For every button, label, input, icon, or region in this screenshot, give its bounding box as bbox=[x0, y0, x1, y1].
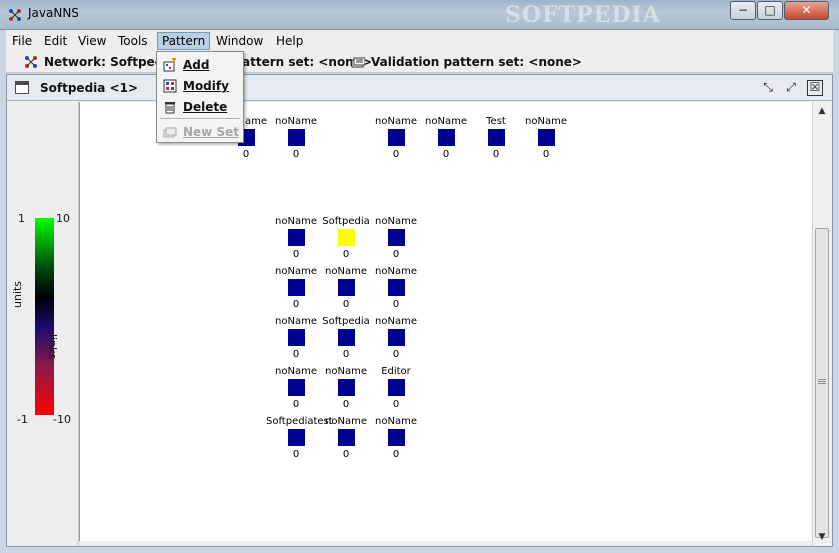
minimize-button[interactable]: − bbox=[730, 1, 756, 20]
unit-cell bbox=[288, 129, 305, 146]
units-min: -1 bbox=[17, 413, 28, 426]
menu-pattern[interactable]: Pattern bbox=[157, 32, 211, 50]
unit-cell-active bbox=[338, 229, 355, 246]
unit-cell bbox=[488, 129, 505, 146]
menu-separator bbox=[160, 118, 240, 119]
frame-close-button[interactable]: ☒ bbox=[807, 80, 823, 96]
menu-item-label: New Set bbox=[183, 125, 239, 139]
vertical-scrollbar[interactable]: ▲ ▼ bbox=[812, 102, 830, 546]
unit[interactable]: noName 0 bbox=[516, 116, 576, 162]
menu-window[interactable]: Window bbox=[212, 32, 267, 50]
links-min: -10 bbox=[53, 413, 71, 426]
unit-cell bbox=[538, 129, 555, 146]
color-legend: 1 10 units links -1 -10 bbox=[8, 102, 79, 546]
unit-cell bbox=[388, 379, 405, 396]
modify-pattern-icon bbox=[163, 79, 177, 93]
menu-bar: File Edit View Tools Pattern Window Help bbox=[6, 30, 833, 51]
menu-edit[interactable]: Edit bbox=[40, 32, 71, 50]
frame-iconify-button[interactable]: ⤡ bbox=[760, 80, 776, 96]
unit-value: 0 bbox=[392, 449, 400, 460]
menu-file[interactable]: File bbox=[8, 32, 36, 50]
unit-value: 0 bbox=[392, 349, 400, 360]
network-icon bbox=[25, 56, 37, 68]
menu-tools[interactable]: Tools bbox=[114, 32, 152, 50]
scroll-down-arrow-icon[interactable]: ▼ bbox=[815, 530, 829, 544]
units-max: 1 bbox=[18, 212, 25, 225]
javanns-app-icon bbox=[9, 9, 21, 21]
frame-title-bar: Softpedia <1> ⤡ ⤢ ☒ bbox=[7, 75, 832, 101]
menu-view[interactable]: View bbox=[74, 32, 110, 50]
color-gradient-bar bbox=[35, 218, 54, 415]
unit[interactable]: noName 0 bbox=[366, 266, 426, 312]
menu-item-new-set[interactable]: New Set bbox=[157, 122, 243, 142]
unit-cell bbox=[338, 329, 355, 346]
horizontal-scroll-area bbox=[79, 541, 812, 546]
scroll-grip-icon bbox=[818, 379, 826, 380]
pattern-dropdown-menu: Add Modify Delete New Set bbox=[156, 51, 244, 143]
delete-pattern-icon bbox=[165, 102, 175, 114]
pattern-set-icon bbox=[351, 57, 365, 68]
menu-item-delete[interactable]: Delete bbox=[157, 97, 243, 117]
unit-cell bbox=[388, 279, 405, 296]
new-set-icon bbox=[163, 127, 177, 138]
unit[interactable]: Editor 0 bbox=[366, 366, 426, 412]
menu-item-label: Add bbox=[183, 58, 210, 72]
unit-value: 0 bbox=[392, 249, 400, 260]
unit-name: noName bbox=[375, 216, 417, 227]
unit-cell bbox=[288, 379, 305, 396]
unit-cell bbox=[288, 329, 305, 346]
unit-cell bbox=[288, 429, 305, 446]
frame-title: Softpedia <1> bbox=[40, 81, 139, 95]
unit-value: 0 bbox=[292, 149, 300, 160]
unit-cell bbox=[288, 279, 305, 296]
unit-cell bbox=[388, 329, 405, 346]
frame-maximize-button[interactable]: ⤢ bbox=[783, 80, 799, 96]
watermark: SOFTPEDIA bbox=[505, 2, 661, 28]
unit-value: 0 bbox=[392, 399, 400, 410]
unit[interactable]: noName 0 bbox=[366, 416, 426, 462]
unit[interactable]: noName 0 bbox=[366, 216, 426, 262]
menu-item-label: Delete bbox=[183, 100, 228, 114]
menu-help[interactable]: Help bbox=[272, 32, 307, 50]
unit-name: noName bbox=[375, 316, 417, 327]
unit[interactable]: noName 0 bbox=[366, 316, 426, 362]
unit-cell bbox=[388, 229, 405, 246]
menu-item-label: Modify bbox=[183, 79, 229, 93]
validation-pattern-set: Validation pattern set: <none> bbox=[371, 55, 582, 69]
unit-name: Editor bbox=[381, 366, 411, 377]
unit-cell bbox=[388, 129, 405, 146]
add-pattern-icon bbox=[163, 58, 176, 72]
info-bar: Network: Softpedia attern set: <none> Va… bbox=[6, 51, 833, 73]
unit-cell bbox=[338, 379, 355, 396]
unit-name: noName bbox=[525, 116, 567, 127]
unit[interactable]: noName 0 bbox=[266, 116, 326, 162]
close-button[interactable]: ✕ bbox=[784, 1, 829, 20]
menu-item-add[interactable]: Add bbox=[157, 55, 243, 75]
frame-window-icon bbox=[15, 81, 29, 94]
links-label: links bbox=[46, 334, 59, 360]
window-title: JavaNNS bbox=[28, 6, 79, 20]
network-view-frame: Softpedia <1> ⤡ ⤢ ☒ 1 10 units links -1 … bbox=[6, 74, 833, 547]
unit-name: noName bbox=[275, 116, 317, 127]
scroll-up-arrow-icon[interactable]: ▲ bbox=[815, 104, 829, 118]
scroll-thumb[interactable] bbox=[815, 228, 829, 538]
links-max: 10 bbox=[56, 212, 70, 225]
unit-name: noName bbox=[375, 416, 417, 427]
unit-cell bbox=[288, 229, 305, 246]
title-bar: JavaNNS SOFTPEDIA − □ ✕ bbox=[0, 0, 839, 30]
network-canvas[interactable]: noName 0 noName 0 noName 0 noName 0 Test 0 no… bbox=[79, 102, 812, 541]
units-label: units bbox=[11, 280, 24, 308]
unit-cell bbox=[338, 279, 355, 296]
unit-cell bbox=[388, 429, 405, 446]
unit-name: noName bbox=[375, 266, 417, 277]
unit-value: 0 bbox=[392, 299, 400, 310]
maximize-button[interactable]: □ bbox=[757, 1, 783, 20]
menu-item-modify[interactable]: Modify bbox=[157, 76, 243, 96]
unit-value: 0 bbox=[542, 149, 550, 160]
unit-cell bbox=[438, 129, 455, 146]
unit-cell bbox=[338, 429, 355, 446]
